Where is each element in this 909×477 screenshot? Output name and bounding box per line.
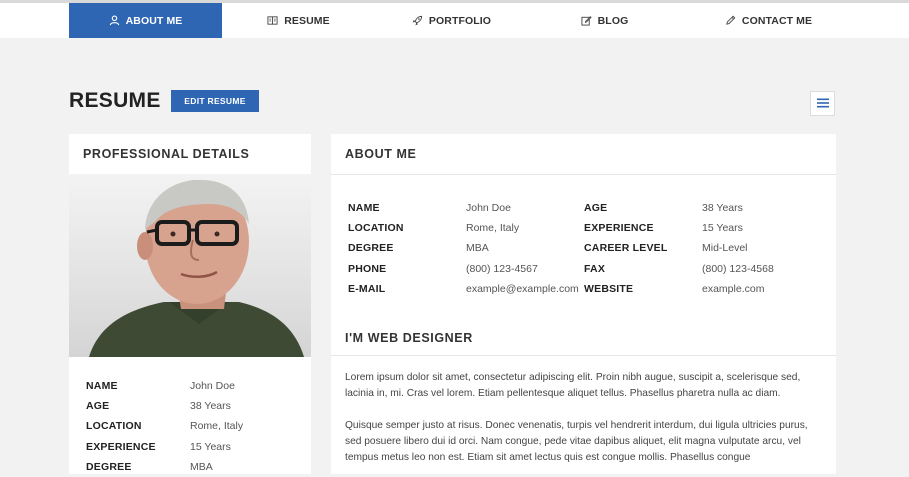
about-me-card: ABOUT ME NAME John Doe AGE 38 Years LOCA… xyxy=(331,134,836,474)
book-icon xyxy=(267,15,278,26)
about-value: MBA xyxy=(466,242,489,255)
about-label: DEGREE xyxy=(348,242,394,255)
page-title: RESUME xyxy=(69,89,161,112)
website-link[interactable]: example.com xyxy=(702,283,764,295)
nav-label: PORTFOLIO xyxy=(428,14,492,27)
detail-row: EXPERIENCE 15 Years xyxy=(86,437,296,457)
detail-label: NAME xyxy=(86,380,118,393)
about-label: PHONE xyxy=(348,262,387,275)
about-row: DEGREE MBA CAREER LEVEL Mid-Level xyxy=(348,238,818,258)
detail-label: EXPERIENCE xyxy=(86,440,156,453)
about-label: WEBSITE xyxy=(584,282,634,295)
about-label: CAREER LEVEL xyxy=(584,242,668,255)
detail-row: LOCATION Rome, Italy xyxy=(86,416,296,436)
main-nav: ABOUT ME RESUME PORTFOLIO BLOG CONTACT M… xyxy=(0,3,909,38)
professional-details-list: NAME John Doe AGE 38 Years LOCATION Rome, I… xyxy=(86,376,296,477)
about-value: (800) 123-4567 xyxy=(466,262,538,275)
about-details-grid: NAME John Doe AGE 38 Years LOCATION Rome… xyxy=(348,198,818,299)
detail-value: 15 Years xyxy=(190,440,231,453)
menu-button[interactable] xyxy=(810,91,835,116)
web-designer-heading: I'M WEB DESIGNER xyxy=(331,320,836,356)
user-icon xyxy=(109,15,120,26)
hamburger-icon xyxy=(816,95,829,113)
about-value: John Doe xyxy=(466,202,511,215)
pencil-icon xyxy=(725,15,736,26)
detail-value: John Doe xyxy=(190,380,235,393)
about-value: (800) 123-4568 xyxy=(702,262,774,275)
intro-paragraph: Lorem ipsum dolor sit amet, consectetur … xyxy=(345,372,801,399)
about-value: 38 Years xyxy=(702,202,743,215)
detail-label: AGE xyxy=(86,400,110,413)
detail-row: NAME John Doe xyxy=(86,376,296,396)
detail-value: 38 Years xyxy=(190,400,231,413)
email-link[interactable]: example@example.com xyxy=(466,283,584,295)
edit-square-icon xyxy=(581,15,592,26)
detail-row: AGE 38 Years xyxy=(86,396,296,416)
body-paragraph: Quisque semper justo at risus. Donec ven… xyxy=(345,420,808,463)
nav-item-blog[interactable]: BLOG xyxy=(528,3,681,38)
about-label: FAX xyxy=(584,262,606,275)
about-row: E-MAIL example@example.com WEBSITE examp… xyxy=(348,279,818,299)
about-row: LOCATION Rome, Italy EXPERIENCE 15 Years xyxy=(348,218,818,238)
nav-item-resume[interactable]: RESUME xyxy=(222,3,375,38)
edit-resume-button[interactable]: EDIT RESUME xyxy=(171,90,259,112)
about-value: 15 Years xyxy=(702,222,743,235)
about-value: Rome, Italy xyxy=(466,222,520,235)
nav-label: CONTACT ME xyxy=(741,14,813,27)
about-label: NAME xyxy=(348,202,380,215)
profile-photo xyxy=(69,174,311,357)
nav-item-portfolio[interactable]: PORTFOLIO xyxy=(375,3,528,38)
nav-item-contact-me[interactable]: CONTACT ME xyxy=(681,3,856,38)
about-label: EXPERIENCE xyxy=(584,222,654,235)
about-value: Mid-Level xyxy=(702,242,748,255)
rocket-icon xyxy=(412,15,423,26)
nav-item-about-me[interactable]: ABOUT ME xyxy=(69,3,222,38)
about-row: NAME John Doe AGE 38 Years xyxy=(348,198,818,218)
nav-label: BLOG xyxy=(597,14,629,27)
card-heading: ABOUT ME xyxy=(331,134,836,175)
professional-details-card: PROFESSIONAL DETAILS NAME John Doe AGE 3… xyxy=(69,134,311,474)
card-heading: PROFESSIONAL DETAILS xyxy=(83,147,250,161)
detail-value: Rome, Italy xyxy=(190,420,244,433)
about-row: PHONE (800) 123-4567 FAX (800) 123-4568 xyxy=(348,259,818,279)
detail-label: LOCATION xyxy=(86,420,142,433)
nav-label: RESUME xyxy=(284,14,330,27)
about-label: AGE xyxy=(584,202,608,215)
about-label: LOCATION xyxy=(348,222,404,235)
about-label: E-MAIL xyxy=(348,282,386,295)
nav-label: ABOUT ME xyxy=(125,14,183,27)
